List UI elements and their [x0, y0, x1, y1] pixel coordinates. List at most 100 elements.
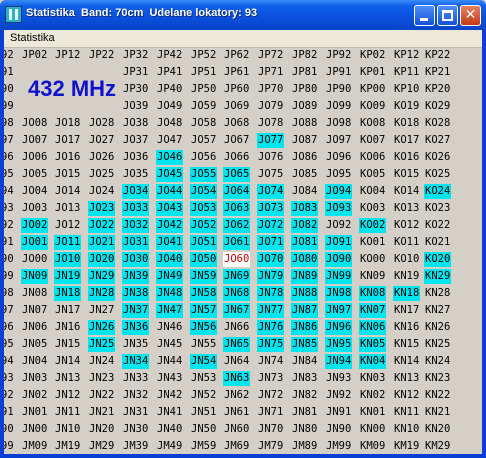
locator-cell[interactable]: JN14 [54, 354, 81, 369]
locator-cell[interactable]: KN10 [393, 422, 420, 437]
locator-cell[interactable]: JO16 [54, 150, 81, 165]
locator-cell[interactable]: JM79 [257, 439, 284, 454]
locator-cell[interactable]: JO62 [223, 218, 251, 233]
locator-cell[interactable]: KN16 [393, 320, 420, 335]
locator-cell[interactable]: JO81 [291, 235, 319, 250]
locator-cell[interactable]: JP41 [156, 65, 183, 80]
locator-cell[interactable]: JO27 [88, 133, 115, 148]
locator-cell[interactable]: JN95 [325, 337, 353, 352]
locator-cell[interactable]: JO22 [88, 218, 116, 233]
locator-cell[interactable]: JN27 [88, 303, 115, 318]
locator-cell[interactable]: JO88 [291, 116, 318, 131]
locator-cell[interactable]: JO63 [223, 201, 251, 216]
locator-cell[interactable]: JO30 [122, 252, 150, 267]
locator-cell[interactable]: JO23 [88, 201, 116, 216]
locator-cell[interactable]: KN09 [359, 269, 386, 284]
locator-cell[interactable]: KN13 [393, 371, 420, 386]
locator-cell[interactable]: JO66 [223, 150, 250, 165]
locator-cell[interactable]: KO25 [424, 167, 451, 182]
app-icon[interactable] [5, 6, 22, 23]
locator-cell[interactable]: JO93 [325, 201, 353, 216]
locator-cell[interactable]: JN59 [190, 269, 218, 284]
locator-cell[interactable]: JO15 [54, 167, 81, 182]
locator-cell[interactable]: JN68 [223, 286, 251, 301]
locator-cell[interactable]: JN30 [122, 422, 149, 437]
locator-cell[interactable]: JO13 [54, 201, 81, 216]
locator-cell[interactable]: JO65 [223, 167, 251, 182]
locator-cell[interactable]: JN12 [54, 388, 81, 403]
locator-cell[interactable]: JP62 [223, 48, 250, 63]
locator-cell[interactable]: JO38 [122, 116, 149, 131]
locator-cell[interactable]: KO07 [359, 133, 386, 148]
locator-cell[interactable]: JO78 [257, 116, 284, 131]
locator-cell[interactable]: JN56 [190, 320, 218, 335]
locator-cell[interactable]: KN17 [393, 303, 420, 318]
locator-cell[interactable]: JO59 [190, 99, 217, 114]
locator-cell[interactable]: JO56 [190, 150, 217, 165]
locator-cell[interactable]: JN63 [223, 371, 251, 386]
locator-cell[interactable]: JO53 [190, 201, 218, 216]
locator-cell[interactable]: KN23 [424, 371, 451, 386]
locator-cell[interactable]: KO01 [359, 235, 386, 250]
locator-cell[interactable]: JN39 [122, 269, 150, 284]
locator-cell[interactable]: KO13 [393, 201, 420, 216]
locator-cell[interactable]: JN53 [190, 371, 217, 386]
locator-cell[interactable]: KO29 [424, 99, 451, 114]
locator-cell[interactable]: JN10 [54, 422, 81, 437]
locator-cell[interactable]: KM19 [393, 439, 420, 454]
locator-cell[interactable]: KO00 [359, 252, 386, 267]
locator-cell[interactable]: JM89 [291, 439, 318, 454]
locator-cell[interactable]: JO42 [156, 218, 184, 233]
locator-cell[interactable]: KN14 [393, 354, 420, 369]
locator-cell[interactable]: JO87 [291, 133, 318, 148]
locator-cell[interactable]: KO02 [359, 218, 387, 233]
locator-cell[interactable]: JO94 [325, 184, 353, 199]
locator-cell[interactable]: JO83 [291, 201, 319, 216]
locator-cell[interactable]: JP12 [54, 48, 81, 63]
locator-cell[interactable]: JO05 [21, 167, 48, 182]
locator-cell[interactable]: KO04 [359, 184, 386, 199]
locator-cell[interactable]: JN77 [257, 303, 285, 318]
locator-cell[interactable]: JN09 [21, 269, 49, 284]
locator-cell[interactable]: JO43 [156, 201, 184, 216]
locator-cell[interactable]: JO31 [122, 235, 150, 250]
locator-cell[interactable]: KN15 [393, 337, 420, 352]
locator-cell[interactable]: JN81 [291, 405, 318, 420]
locator-cell[interactable]: JO33 [122, 201, 150, 216]
locator-cell[interactable]: JN41 [156, 405, 183, 420]
locator-cell[interactable]: JO67 [223, 133, 250, 148]
locator-cell[interactable]: JN25 [88, 337, 116, 352]
locator-cell[interactable]: JN18 [54, 286, 82, 301]
close-button[interactable]: ✕ [460, 5, 481, 26]
locator-cell[interactable]: JO35 [122, 167, 149, 182]
locator-cell[interactable]: JM19 [54, 439, 81, 454]
locator-cell[interactable]: KO15 [393, 167, 420, 182]
locator-cell[interactable]: JO61 [223, 235, 251, 250]
locator-cell[interactable]: JN08 [21, 286, 48, 301]
maximize-button[interactable] [437, 5, 458, 26]
locator-cell[interactable]: JO95 [325, 167, 352, 182]
locator-cell[interactable]: KO27 [424, 133, 451, 148]
locator-cell[interactable]: JP50 [190, 82, 217, 97]
locator-cell[interactable]: JN61 [223, 405, 250, 420]
locator-cell[interactable]: JP71 [257, 65, 284, 80]
locator-cell[interactable]: JO00 [21, 252, 48, 267]
locator-cell[interactable]: JO48 [156, 116, 183, 131]
locator-cell[interactable]: JN42 [156, 388, 183, 403]
locator-cell[interactable]: JN07 [21, 303, 48, 318]
locator-cell[interactable]: JO68 [223, 116, 250, 131]
locator-cell[interactable]: KO10 [393, 252, 420, 267]
locator-cell[interactable]: KN05 [359, 337, 387, 352]
locator-cell[interactable]: JO82 [291, 218, 319, 233]
locator-cell[interactable]: JO21 [88, 235, 116, 250]
locator-cell[interactable]: JM69 [223, 439, 250, 454]
locator-cell[interactable]: JM99 [325, 439, 352, 454]
locator-cell[interactable]: JN73 [257, 371, 284, 386]
locator-cell[interactable]: JN47 [156, 303, 184, 318]
locator-cell[interactable]: JN71 [257, 405, 284, 420]
locator-cell[interactable]: JO08 [21, 116, 48, 131]
locator-cell[interactable]: JN28 [88, 286, 116, 301]
locator-cell[interactable]: JO71 [257, 235, 285, 250]
locator-cell[interactable]: JP42 [156, 48, 183, 63]
locator-cell[interactable]: KP02 [359, 48, 386, 63]
